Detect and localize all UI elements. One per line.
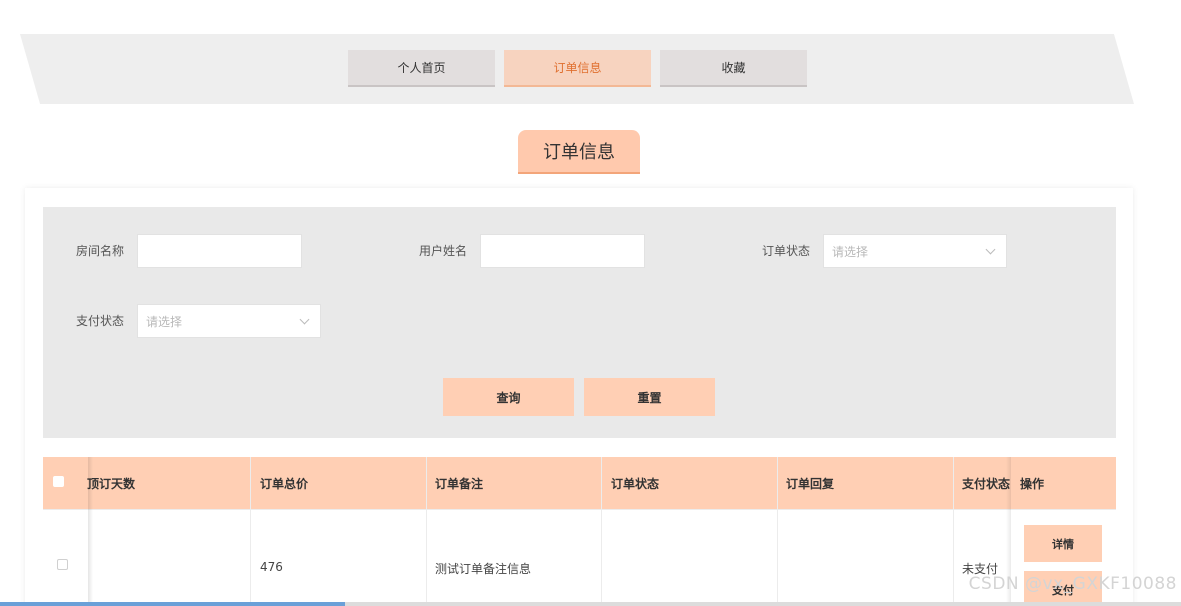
col-remark: 订单备注 [435,476,484,491]
column-divider [426,457,427,606]
nav-tabs: 个人首页 订单信息 收藏 [348,50,807,87]
page-title: 订单信息 [518,130,640,174]
scrollbar-thumb[interactable] [0,602,345,606]
pay-status-label: 支付状态 [76,314,125,328]
column-divider [777,457,778,606]
table-header: 顶订天数 订单总价 订单备注 订单状态 订单回复 支付状态 操作 [43,457,1116,509]
col-pay-status: 支付状态 [962,476,1011,491]
room-name-input[interactable] [137,234,302,268]
chevron-down-icon [985,244,996,254]
order-status-placeholder: 请选择 [832,244,869,259]
order-status-label: 订单状态 [762,244,811,258]
row-remark: 测试订单备注信息 [435,562,532,576]
tab-order-info[interactable]: 订单信息 [504,50,651,87]
reset-button[interactable]: 重置 [584,378,715,416]
watermark: CSDN @vx_GXKF10088 [968,574,1177,594]
user-name-input[interactable] [480,234,645,268]
col-status: 订单状态 [611,476,660,491]
detail-button[interactable]: 详情 [1024,525,1102,562]
page: 个人首页 订单信息 收藏 订单信息 房间名称 用户姓名 订单状态 请选择 支付状… [0,0,1181,606]
room-name-label: 房间名称 [76,244,125,258]
col-reply: 订单回复 [786,476,835,491]
query-button[interactable]: 查询 [443,378,574,416]
pay-status-placeholder: 请选择 [146,314,183,329]
pay-status-select[interactable]: 请选择 [137,304,321,338]
tab-favorites[interactable]: 收藏 [660,50,807,87]
column-divider [250,457,251,606]
order-status-select[interactable]: 请选择 [823,234,1007,268]
row-checkbox[interactable] [57,559,68,570]
table-row: 476 测试订单备注信息 未支付 详情 支付 [43,509,1116,606]
fixed-column-shadow [88,457,93,606]
select-all-checkbox[interactable] [53,476,64,487]
col-days: 顶订天数 [87,476,136,491]
col-actions: 操作 [1020,476,1045,491]
user-name-label: 用户姓名 [419,244,468,258]
tab-personal-home[interactable]: 个人首页 [348,50,495,87]
col-total: 订单总价 [260,476,309,491]
column-divider [953,457,954,606]
column-divider [601,457,602,606]
row-total: 476 [260,560,283,574]
chevron-down-icon [299,314,310,324]
